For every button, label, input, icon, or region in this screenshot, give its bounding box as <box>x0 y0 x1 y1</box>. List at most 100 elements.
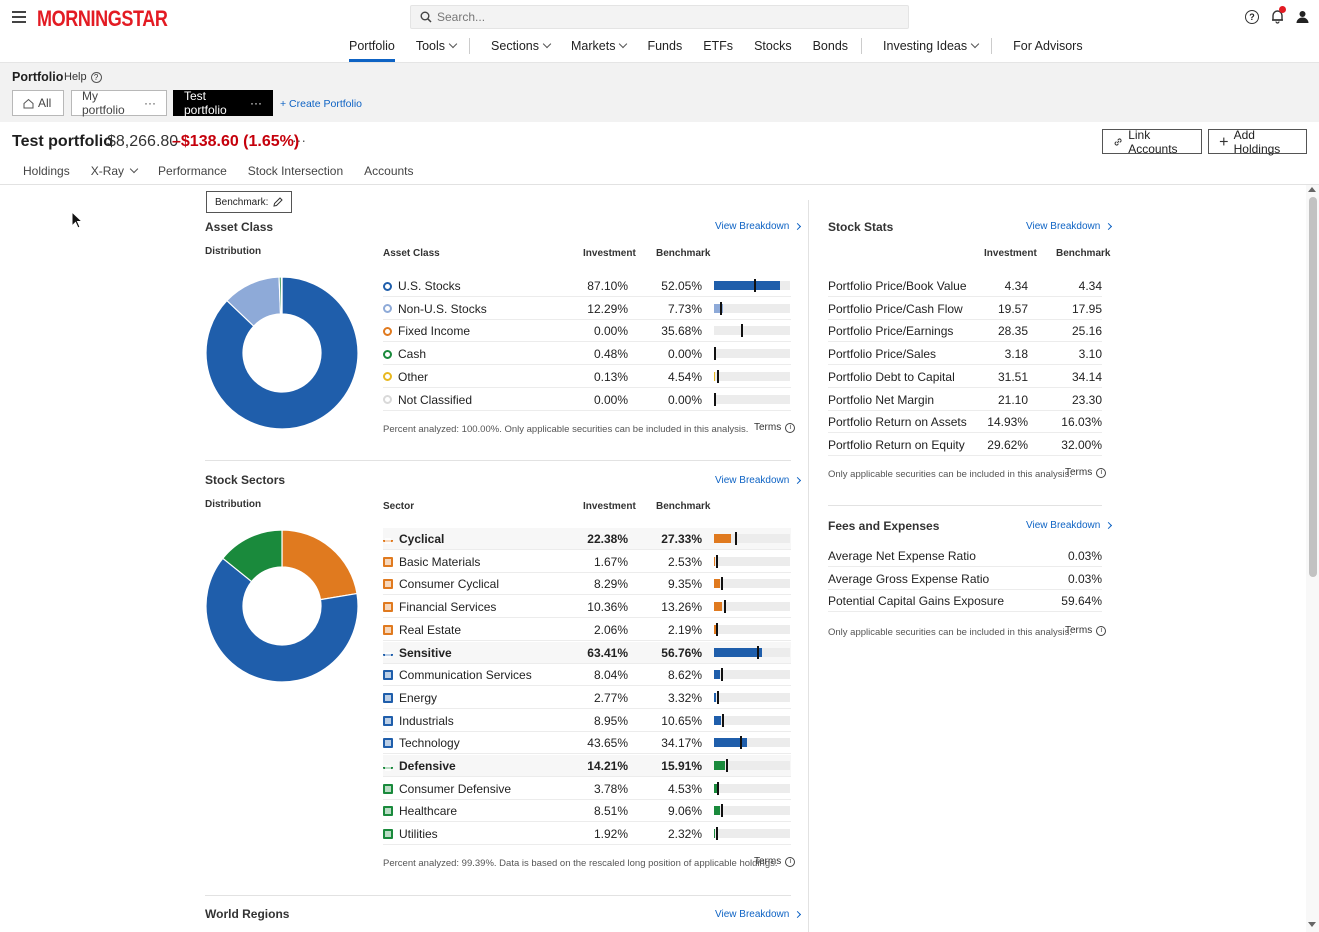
sector-name: Industrials <box>399 713 454 728</box>
benchmark-marker <box>715 827 718 841</box>
asset-class-name: U.S. Stocks <box>398 279 461 293</box>
sector-row: Financial Services 10.36% 13.26% <box>383 596 791 619</box>
divider <box>205 895 791 896</box>
morningstar-logo[interactable]: MORNINGSTAR <box>37 6 168 32</box>
nav-tools[interactable]: Tools <box>416 38 458 54</box>
help-link[interactable]: Help? <box>64 71 102 83</box>
add-holdings-button[interactable]: Add Holdings <box>1208 128 1307 156</box>
distribution-label: Distribution <box>205 246 262 257</box>
tab-my-portfolio[interactable]: My portfolio ··· <box>71 89 167 117</box>
sector-name: Utilities <box>399 827 438 842</box>
nav-for-advisors[interactable]: For Advisors <box>1013 38 1082 54</box>
chevron-right-icon <box>1105 521 1113 530</box>
investment-value: 8.29% <box>593 577 628 592</box>
tab-all[interactable]: All <box>12 90 64 116</box>
nav-sections[interactable]: Sections <box>491 38 552 54</box>
nav-markets[interactable]: Markets <box>571 38 628 54</box>
stock-sectors-terms[interactable]: Terms i <box>754 856 796 867</box>
comparison-bar <box>714 713 790 727</box>
tab-stock-intersection[interactable]: Stock Intersection <box>248 164 343 178</box>
benchmark-marker <box>717 781 720 795</box>
chevron-down-icon <box>619 39 628 49</box>
portfolio-value: $8,266.80 <box>107 133 179 150</box>
benchmark-value: 3.10 <box>1078 347 1102 362</box>
menu-icon[interactable] <box>12 11 26 23</box>
benchmark-button[interactable]: Benchmark: <box>206 191 293 213</box>
divider <box>205 460 791 461</box>
search-input[interactable] <box>437 8 897 26</box>
investment-value: 0.48% <box>593 347 628 362</box>
legend-ring-icon <box>383 326 392 336</box>
user-icon[interactable] <box>1296 10 1309 23</box>
help-icon: ? <box>90 71 102 83</box>
comparison-bar <box>714 759 790 772</box>
scroll-down-arrow[interactable] <box>1308 922 1316 927</box>
benchmark-value: 15.91% <box>661 759 702 773</box>
sector-icon <box>383 806 393 817</box>
sector-row: Technology 43.65% 34.17% <box>383 732 791 755</box>
nav-bonds[interactable]: Bonds <box>813 38 848 54</box>
create-portfolio-link[interactable]: + Create Portfolio <box>280 98 362 110</box>
col-sector: Sector <box>383 501 415 512</box>
sector-row: Defensive 14.21% 15.91% <box>383 755 791 777</box>
nav-etfs[interactable]: ETFs <box>703 38 733 54</box>
comparison-bar <box>714 668 790 682</box>
benchmark-value: 23.30 <box>1071 392 1102 407</box>
legend-ring-icon <box>383 395 392 404</box>
tab-accounts[interactable]: Accounts <box>364 164 413 178</box>
asset-class-row: U.S. Stocks 87.10% 52.05% <box>383 275 791 297</box>
investment-value: 0.00% <box>593 392 628 407</box>
nav-stocks[interactable]: Stocks <box>754 38 792 54</box>
benchmark-value: 16.03% <box>1061 415 1102 430</box>
more-icon[interactable]: ··· <box>144 96 156 110</box>
benchmark-value: 2.32% <box>667 827 702 842</box>
scroll-up-arrow[interactable] <box>1308 187 1316 192</box>
stock-stats-view-breakdown[interactable]: View Breakdown <box>1026 221 1113 232</box>
col-asset-class: Asset Class <box>383 248 440 259</box>
fee-value: 0.03% <box>1067 571 1102 586</box>
more-icon[interactable]: ··· <box>250 96 262 110</box>
fees-view-breakdown[interactable]: View Breakdown <box>1026 520 1113 531</box>
tab-xray[interactable]: X-Ray <box>91 164 139 178</box>
stock-sectors-view-breakdown[interactable]: View Breakdown <box>715 475 802 486</box>
comparison-bar <box>714 279 790 292</box>
notifications-icon[interactable] <box>1270 6 1286 24</box>
donut-slice[interactable] <box>280 276 283 315</box>
fee-name: Average Net Expense Ratio <box>828 549 976 563</box>
sector-icon <box>383 624 393 635</box>
tab-performance[interactable]: Performance <box>158 164 227 178</box>
world-regions-view-breakdown[interactable]: View Breakdown <box>715 909 802 920</box>
portfolio-more-icon[interactable]: ··· <box>292 132 306 148</box>
investment-value: 2.06% <box>593 622 628 637</box>
tab-test-portfolio[interactable]: Test portfolio ··· <box>173 89 273 117</box>
fees-terms[interactable]: Terms i <box>1065 625 1107 636</box>
fee-name: Potential Capital Gains Exposure <box>828 594 1005 609</box>
band-title: Portfolio <box>12 70 64 84</box>
investment-bar <box>714 783 717 793</box>
help-icon[interactable]: ? <box>1245 9 1259 24</box>
nav-investing-ideas[interactable]: Investing Ideas <box>883 38 980 54</box>
col-investment: Investment <box>984 248 1037 259</box>
nav-funds[interactable]: Funds <box>647 38 682 54</box>
asset-class-view-breakdown[interactable]: View Breakdown <box>715 221 802 232</box>
search-icon <box>420 11 432 23</box>
scrollbar-thumb[interactable] <box>1309 197 1317 577</box>
investment-bar <box>714 579 721 589</box>
nav-portfolio[interactable]: Portfolio <box>349 38 395 62</box>
asset-class-terms[interactable]: Terms i <box>754 422 796 433</box>
asset-class-row: Fixed Income 0.00% 35.68% <box>383 320 791 343</box>
comparison-bar <box>714 532 790 545</box>
tab-holdings[interactable]: Holdings <box>23 164 70 178</box>
legend-ring-icon <box>383 349 392 359</box>
stock-stat-row: Portfolio Price/Cash Flow 19.57 17.95 <box>828 298 1102 320</box>
stock-stats-terms[interactable]: Terms i <box>1065 467 1107 478</box>
stat-name: Portfolio Net Margin <box>828 392 935 407</box>
sector-row: Utilities 1.92% 2.32% <box>383 823 791 846</box>
donut-slice[interactable] <box>281 529 358 601</box>
link-accounts-button[interactable]: Link Accounts <box>1102 128 1202 156</box>
sector-row: Energy 2.77% 3.32% <box>383 687 791 709</box>
investment-value: 3.78% <box>593 781 628 796</box>
investment-bar <box>714 303 724 313</box>
fee-value: 59.64% <box>1061 594 1102 609</box>
search-box[interactable] <box>410 5 909 29</box>
